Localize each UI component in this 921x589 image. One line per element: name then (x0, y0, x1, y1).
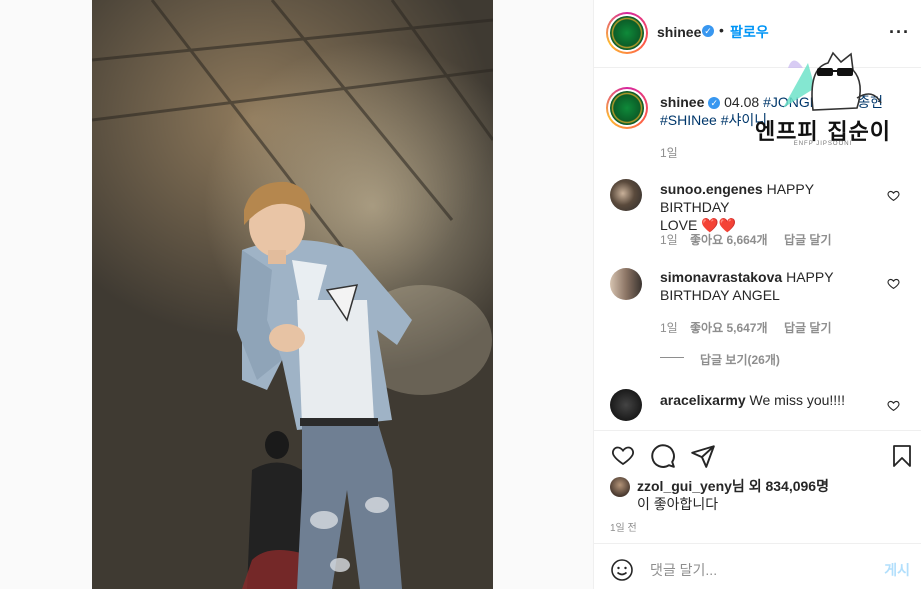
view-replies-line (660, 357, 684, 358)
share-paper-plane-icon[interactable] (690, 443, 716, 469)
like-heart-icon[interactable] (610, 443, 636, 467)
commenter-avatar[interactable] (610, 268, 642, 300)
like-comment-heart-icon[interactable] (887, 189, 900, 202)
watermark-logo: 엔프피 집순이 ENFP JIPSOONI (753, 48, 903, 153)
sunglasses-cat-icon (783, 51, 882, 111)
comment-body: sunoo.engenes HAPPY BIRTHDAY LOVE ❤️❤️ (660, 180, 885, 234)
comment-username[interactable]: sunoo.engenes (660, 181, 763, 197)
liker-avatar[interactable] (610, 477, 630, 497)
watermark-subtitle: ENFP JIPSOONI (793, 141, 853, 147)
author-avatar[interactable] (606, 12, 648, 54)
post-timestamp[interactable]: 1일 전 (610, 519, 637, 534)
hashtag-link[interactable]: #SHINee (660, 112, 717, 128)
comment-input[interactable]: 댓글 달기... (650, 560, 717, 580)
comment-username[interactable]: simonavrastakova (660, 269, 782, 285)
commenter-avatar[interactable] (610, 179, 642, 211)
comment-username[interactable]: aracelixarmy (660, 392, 746, 408)
comment-like-count[interactable]: 좋아요 6,664개 (690, 231, 768, 248)
emoji-smiley-icon[interactable] (610, 558, 634, 582)
verified-badge-icon: ✓ (702, 25, 714, 37)
post-photo[interactable] (92, 0, 493, 589)
comment-bubble-icon[interactable] (650, 443, 676, 469)
comment-text: BIRTHDAY ANGEL (660, 287, 780, 303)
concert-photo-illustration (92, 0, 493, 589)
liker-username[interactable]: zzol_gui_yeny (637, 478, 732, 494)
likes-suffix: 이 좋아합니다 (637, 496, 719, 512)
caption-author-avatar[interactable] (606, 87, 648, 129)
comment-text: HAPPY (786, 269, 834, 285)
reply-button[interactable]: 답글 달기 (784, 319, 832, 336)
author-username[interactable]: shinee (657, 24, 701, 40)
post-actions: zzol_gui_yeny님 외 834,096명 이 좋아합니다 1일 전 댓… (594, 430, 921, 589)
like-comment-heart-icon[interactable] (887, 277, 900, 290)
likes-summary: zzol_gui_yeny님 외 834,096명 (637, 476, 829, 496)
verified-badge-icon: ✓ (708, 97, 721, 110)
view-replies-button[interactable]: 답글 보기(26개) (700, 351, 780, 368)
like-comment-heart-icon[interactable] (887, 399, 900, 412)
reply-button[interactable]: 답글 달기 (784, 231, 832, 248)
comment-body: aracelixarmy We miss you!!!! (660, 391, 885, 409)
likes-count[interactable]: 님 외 834,096명 (732, 478, 829, 494)
post-comment-button[interactable]: 게시 (884, 560, 910, 580)
comment-time: 1일 (660, 233, 678, 247)
caption-username[interactable]: shinee (660, 94, 704, 110)
comment-body: simonavrastakova HAPPY BIRTHDAY ANGEL (660, 268, 885, 304)
comment-time: 1일 (660, 321, 678, 335)
follow-button[interactable]: 팔로우 (730, 22, 769, 42)
separator-dot: • (719, 22, 724, 38)
save-bookmark-icon[interactable] (890, 443, 914, 469)
comment-like-count[interactable]: 좋아요 5,647개 (690, 319, 768, 336)
more-options-icon[interactable]: ··· (889, 22, 910, 43)
comment-text: We miss you!!!! (749, 392, 845, 408)
add-comment-bar: 댓글 달기... 게시 (594, 543, 921, 589)
caption-time: 1일 (660, 146, 678, 160)
commenter-avatar[interactable] (610, 389, 642, 421)
